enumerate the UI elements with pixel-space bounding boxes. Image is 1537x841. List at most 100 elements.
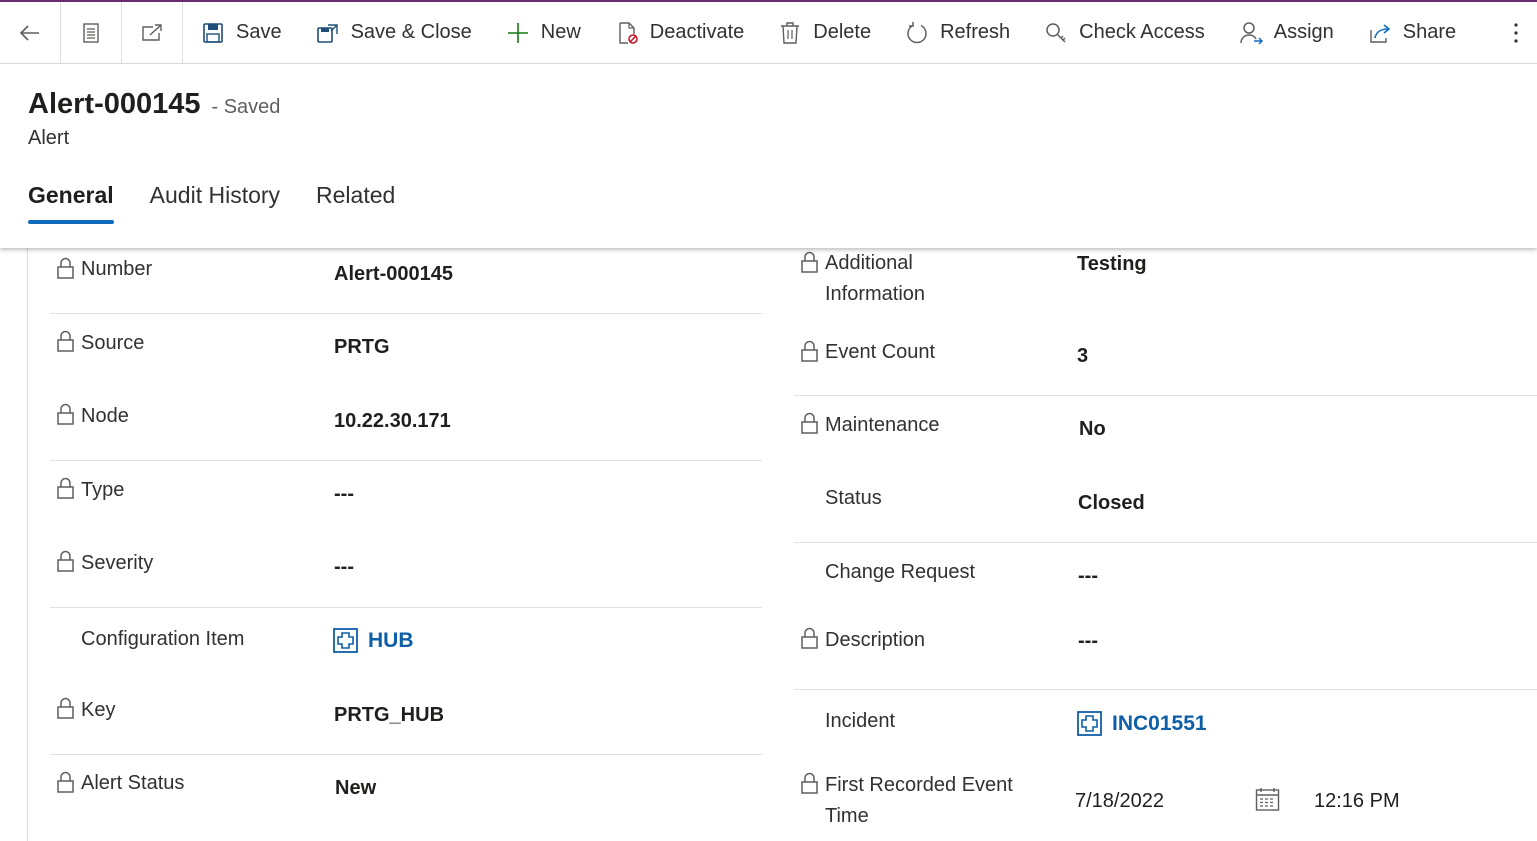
deactivate-icon bbox=[619, 21, 638, 44]
share-button[interactable]: Share bbox=[1351, 2, 1473, 64]
more-vertical-icon bbox=[1514, 23, 1518, 43]
calendar-icon[interactable] bbox=[1255, 787, 1280, 812]
configuration-item-value: HUB bbox=[368, 628, 414, 652]
maintenance-value[interactable]: No bbox=[1079, 415, 1106, 443]
number-value[interactable]: Alert-000145 bbox=[334, 260, 453, 288]
change-request-label: Change Request bbox=[825, 561, 976, 583]
configuration-item-label: Configuration Item bbox=[81, 628, 245, 650]
node-label: Node bbox=[81, 405, 129, 427]
key-search-icon bbox=[1046, 22, 1066, 43]
refresh-icon bbox=[907, 21, 927, 43]
more-commands-button[interactable] bbox=[1501, 2, 1531, 64]
row-divider bbox=[50, 313, 762, 314]
delete-label: Delete bbox=[813, 21, 872, 43]
incident-label: Incident bbox=[825, 710, 896, 732]
record-header: Alert-000145 - Saved Alert General Audit… bbox=[0, 64, 1537, 248]
lock-icon bbox=[57, 550, 74, 572]
deactivate-label: Deactivate bbox=[649, 21, 745, 43]
tab-related[interactable]: Related bbox=[316, 182, 395, 224]
open-in-new-window-icon bbox=[142, 23, 162, 41]
status-value[interactable]: Closed bbox=[1078, 489, 1145, 517]
lock-icon bbox=[57, 477, 74, 499]
share-icon bbox=[1370, 23, 1391, 43]
check-access-button[interactable]: Check Access bbox=[1027, 2, 1222, 64]
severity-value[interactable]: --- bbox=[334, 553, 354, 581]
new-label: New bbox=[540, 21, 581, 43]
share-label: Share bbox=[1402, 21, 1457, 43]
section-left-border bbox=[27, 248, 28, 841]
deactivate-button[interactable]: Deactivate bbox=[598, 2, 762, 64]
trash-icon bbox=[781, 21, 800, 44]
record-title: Alert-000145 bbox=[28, 88, 201, 120]
additional-information-label-line2: Information bbox=[825, 283, 926, 305]
number-label: Number bbox=[81, 258, 153, 280]
incident-link[interactable]: INC01551 bbox=[1077, 711, 1207, 736]
lock-icon bbox=[801, 772, 818, 794]
status-label: Status bbox=[825, 487, 882, 509]
open-new-window-button[interactable] bbox=[122, 1, 183, 64]
row-divider bbox=[794, 395, 1537, 396]
type-label: Type bbox=[81, 479, 125, 501]
lock-icon bbox=[801, 412, 818, 434]
alert-status-label: Alert Status bbox=[81, 772, 185, 794]
refresh-button[interactable]: Refresh bbox=[888, 2, 1027, 64]
lock-icon bbox=[801, 627, 818, 649]
refresh-label: Refresh bbox=[940, 21, 1011, 43]
lock-icon bbox=[57, 697, 74, 719]
severity-label: Severity bbox=[81, 552, 154, 574]
tab-audit-history[interactable]: Audit History bbox=[150, 182, 280, 224]
change-request-value[interactable]: --- bbox=[1078, 562, 1098, 590]
row-divider bbox=[50, 607, 762, 608]
first-recorded-event-time[interactable]: 12:16 PM bbox=[1314, 787, 1400, 815]
lock-icon bbox=[57, 771, 74, 793]
key-value[interactable]: PRTG_HUB bbox=[334, 701, 444, 729]
form-view-button[interactable] bbox=[61, 1, 122, 64]
incident-value: INC01551 bbox=[1112, 711, 1207, 735]
save-status: - Saved bbox=[211, 96, 281, 118]
node-value[interactable]: 10.22.30.171 bbox=[334, 407, 451, 435]
record-lookup-icon bbox=[1077, 711, 1102, 736]
additional-information-label-line1: Additional bbox=[825, 252, 913, 274]
save-close-label: Save & Close bbox=[350, 21, 472, 43]
first-recorded-event-date[interactable]: 7/18/2022 bbox=[1075, 787, 1164, 815]
row-divider bbox=[50, 460, 762, 461]
configuration-item-link[interactable]: HUB bbox=[333, 628, 414, 653]
assign-label: Assign bbox=[1273, 21, 1334, 43]
save-close-button[interactable]: Save & Close bbox=[299, 2, 489, 64]
source-label: Source bbox=[81, 332, 145, 354]
check-access-label: Check Access bbox=[1079, 21, 1205, 43]
tab-general[interactable]: General bbox=[28, 182, 114, 224]
save-close-icon bbox=[316, 23, 338, 43]
key-label: Key bbox=[81, 699, 116, 721]
row-divider bbox=[50, 754, 762, 755]
row-divider bbox=[794, 689, 1537, 690]
back-arrow-icon bbox=[19, 24, 39, 41]
additional-information-value[interactable]: Testing bbox=[1077, 250, 1147, 278]
description-value[interactable]: --- bbox=[1078, 627, 1098, 655]
first-recorded-event-time-label-line1: First Recorded Event bbox=[825, 774, 1013, 796]
source-value[interactable]: PRTG bbox=[334, 333, 390, 361]
general-form: Number Alert-000145 Source PRTG Node 10.… bbox=[0, 248, 1537, 841]
save-button[interactable]: Save bbox=[183, 2, 299, 64]
back-button[interactable] bbox=[0, 1, 61, 64]
lock-icon bbox=[801, 340, 818, 362]
maintenance-label: Maintenance bbox=[825, 414, 940, 436]
alert-status-value[interactable]: New bbox=[335, 774, 376, 802]
event-count-value[interactable]: 3 bbox=[1077, 342, 1088, 370]
record-lookup-icon bbox=[333, 628, 358, 653]
first-recorded-event-time-label-line2: Time bbox=[825, 805, 869, 827]
command-bar: Save Save & Close New Deactivate Delete … bbox=[0, 1, 1537, 64]
plus-icon bbox=[507, 22, 528, 43]
lock-icon bbox=[801, 251, 818, 273]
assign-button[interactable]: Assign bbox=[1222, 2, 1351, 64]
new-button[interactable]: New bbox=[489, 2, 598, 64]
description-label: Description bbox=[825, 629, 926, 651]
row-divider bbox=[794, 542, 1537, 543]
lock-icon bbox=[57, 257, 74, 279]
entity-name: Alert bbox=[28, 127, 70, 149]
type-value[interactable]: --- bbox=[334, 480, 354, 508]
delete-button[interactable]: Delete bbox=[761, 2, 888, 64]
person-assign-icon bbox=[1239, 21, 1263, 44]
event-count-label: Event Count bbox=[825, 341, 936, 363]
lock-icon bbox=[57, 330, 74, 352]
